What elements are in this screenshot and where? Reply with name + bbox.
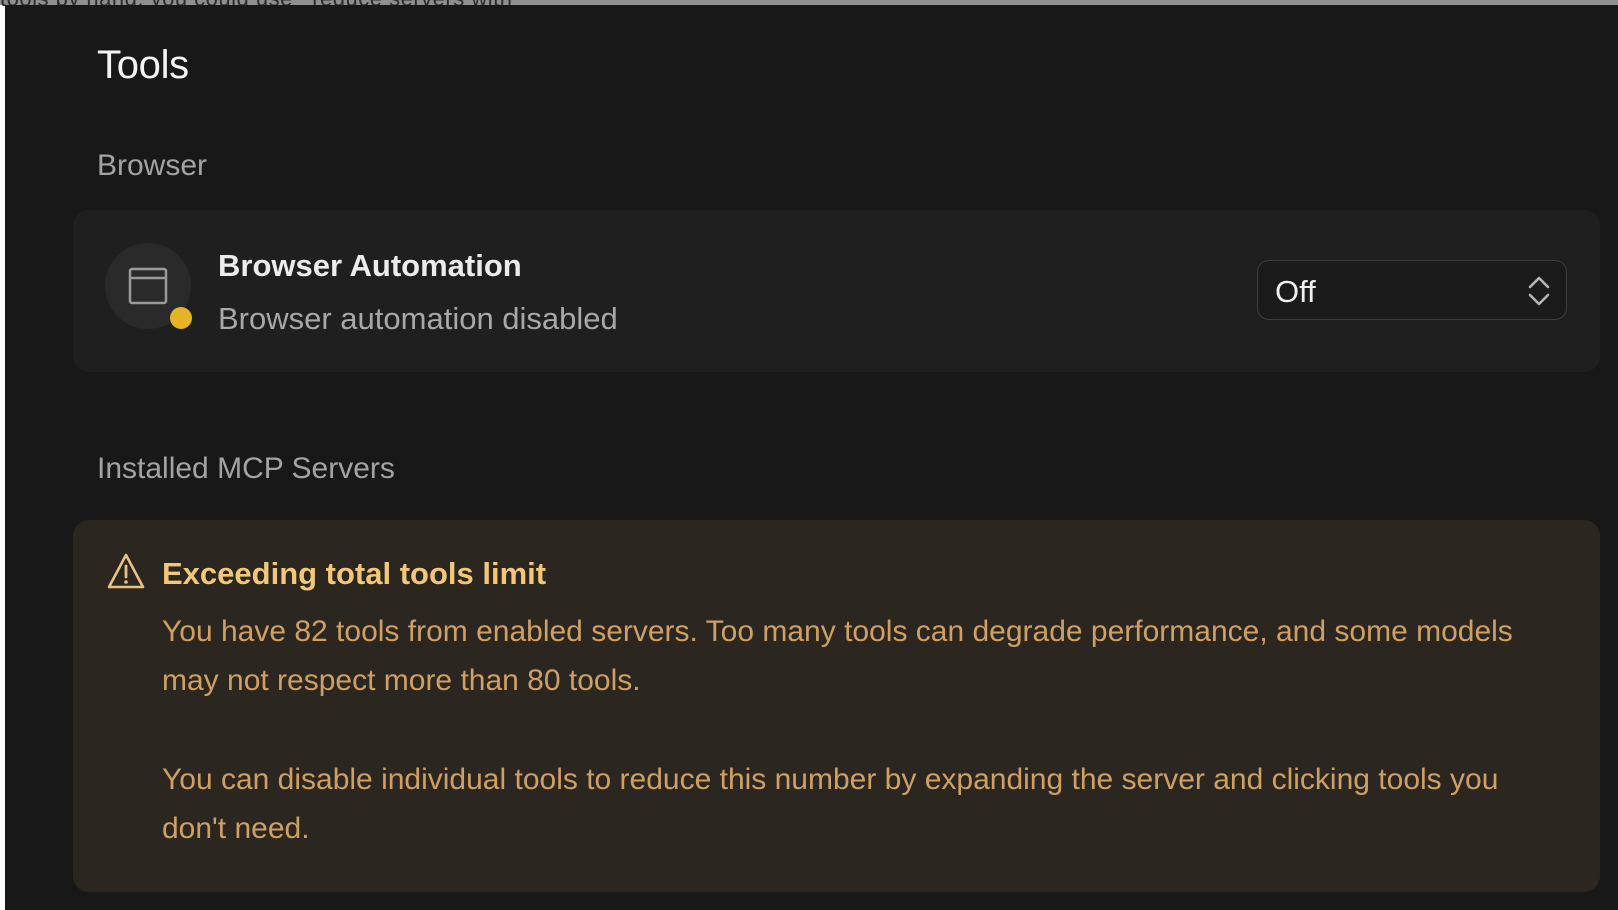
chevron-up-down-icon [1528,276,1550,306]
browser-automation-title: Browser Automation [218,248,522,283]
browser-automation-status: Browser automation disabled [218,301,618,336]
warning-message-1: You have 82 tools from enabled servers. … [162,615,1513,697]
status-dot [170,307,192,329]
warning-triangle-icon [107,553,145,589]
browser-window-icon [128,267,168,305]
browser-automation-card: Browser Automation Browser automation di… [73,210,1600,372]
browser-automation-select[interactable]: Off [1257,260,1567,320]
select-value: Off [1275,274,1316,309]
warning-title: Exceeding total tools limit [162,556,547,591]
tools-limit-warning: Exceeding total tools limit You have 82 … [73,520,1600,892]
page-title: Tools [97,43,189,87]
browser-icon-container [105,243,192,329]
warning-message-2: You can disable individual tools to redu… [162,763,1499,845]
tools-settings-panel: Tools Browser Browser Automation Browser… [5,5,1618,910]
section-label-browser: Browser [97,149,208,182]
section-label-mcp-servers: Installed MCP Servers [97,452,395,485]
